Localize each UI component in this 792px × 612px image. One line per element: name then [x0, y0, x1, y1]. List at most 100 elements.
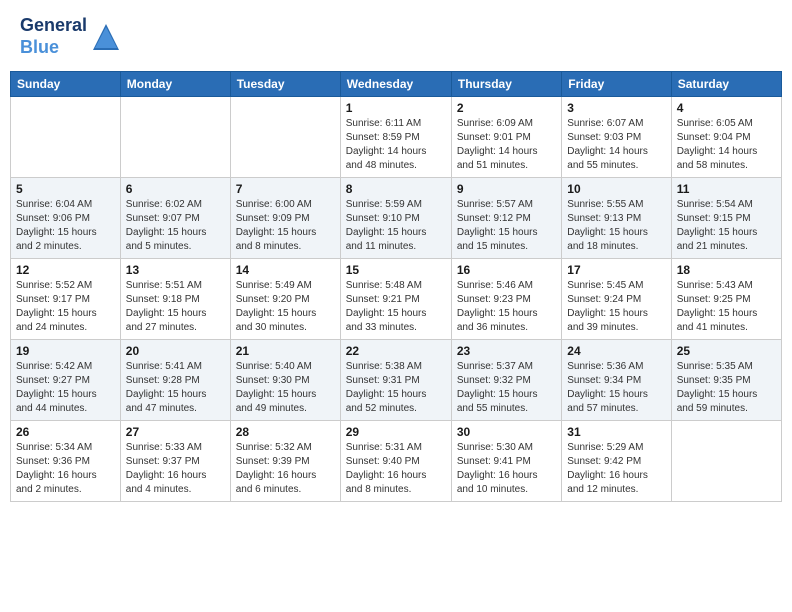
calendar-cell: 4 Sunrise: 6:05 AM Sunset: 9:04 PM Daylig… — [671, 97, 781, 178]
day-info: Sunrise: 6:07 AM Sunset: 9:03 PM Dayligh… — [567, 117, 665, 173]
day-info: Sunrise: 5:40 AM Sunset: 9:30 PM Dayligh… — [236, 360, 335, 416]
day-info: Sunrise: 5:31 AM Sunset: 9:40 PM Dayligh… — [346, 441, 446, 497]
day-info: Sunrise: 5:49 AM Sunset: 9:20 PM Dayligh… — [236, 279, 335, 335]
day-number: 22 — [346, 344, 446, 358]
calendar-header-row: SundayMondayTuesdayWednesdayThursdayFrid… — [11, 72, 782, 97]
calendar-cell: 31Sunrise: 5:29 AM Sunset: 9:42 PM Dayli… — [562, 421, 671, 502]
weekday-header: Thursday — [451, 72, 561, 97]
day-number: 29 — [346, 425, 446, 439]
calendar-cell: 18 Sunrise: 5:43 AM Sunset: 9:25 PM Dayli… — [671, 259, 781, 340]
calendar-week-row: 26 Sunrise: 5:34 AM Sunset: 9:36 PM Dayli… — [11, 421, 782, 502]
day-info: Sunrise: 5:59 AM Sunset: 9:10 PM Dayligh… — [346, 198, 446, 254]
calendar-cell — [120, 97, 230, 178]
calendar-cell: 8 Sunrise: 5:59 AM Sunset: 9:10 PM Daylig… — [340, 178, 451, 259]
day-number: 10 — [567, 182, 665, 196]
calendar-cell: 7Sunrise: 6:00 AM Sunset: 9:09 PM Daylig… — [230, 178, 340, 259]
day-info: Sunrise: 6:11 AM Sunset: 8:59 PM Dayligh… — [346, 117, 446, 173]
day-info: Sunrise: 5:38 AM Sunset: 9:31 PM Dayligh… — [346, 360, 446, 416]
calendar-week-row: 12Sunrise: 5:52 AM Sunset: 9:17 PM Dayli… — [11, 259, 782, 340]
day-number: 24 — [567, 344, 665, 358]
calendar-cell: 27 Sunrise: 5:33 AM Sunset: 9:37 PM Dayli… — [120, 421, 230, 502]
day-info: Sunrise: 5:42 AM Sunset: 9:27 PM Dayligh… — [16, 360, 115, 416]
weekday-header: Wednesday — [340, 72, 451, 97]
day-number: 27 — [126, 425, 225, 439]
day-info: Sunrise: 5:57 AM Sunset: 9:12 PM Dayligh… — [457, 198, 556, 254]
day-info: Sunrise: 5:37 AM Sunset: 9:32 PM Dayligh… — [457, 360, 556, 416]
calendar-cell: 29 Sunrise: 5:31 AM Sunset: 9:40 PM Dayli… — [340, 421, 451, 502]
calendar-cell: 1 Sunrise: 6:11 AM Sunset: 8:59 PM Daylig… — [340, 97, 451, 178]
calendar-cell: 11 Sunrise: 5:54 AM Sunset: 9:15 PM Dayli… — [671, 178, 781, 259]
day-info: Sunrise: 6:05 AM Sunset: 9:04 PM Dayligh… — [677, 117, 776, 173]
day-number: 11 — [677, 182, 776, 196]
calendar-cell: 26 Sunrise: 5:34 AM Sunset: 9:36 PM Dayli… — [11, 421, 121, 502]
weekday-header: Sunday — [11, 72, 121, 97]
calendar-cell: 25Sunrise: 5:35 AM Sunset: 9:35 PM Dayli… — [671, 340, 781, 421]
day-info: Sunrise: 6:04 AM Sunset: 9:06 PM Dayligh… — [16, 198, 115, 254]
day-number: 4 — [677, 101, 776, 115]
logo-text: GeneralBlue — [20, 15, 87, 58]
day-info: Sunrise: 5:35 AM Sunset: 9:35 PM Dayligh… — [677, 360, 776, 416]
calendar-cell: 5 Sunrise: 6:04 AM Sunset: 9:06 PM Daylig… — [11, 178, 121, 259]
day-number: 17 — [567, 263, 665, 277]
day-number: 13 — [126, 263, 225, 277]
day-number: 30 — [457, 425, 556, 439]
day-number: 26 — [16, 425, 115, 439]
calendar-cell — [230, 97, 340, 178]
day-info: Sunrise: 5:46 AM Sunset: 9:23 PM Dayligh… — [457, 279, 556, 335]
day-info: Sunrise: 5:55 AM Sunset: 9:13 PM Dayligh… — [567, 198, 665, 254]
day-number: 9 — [457, 182, 556, 196]
logo: GeneralBlue — [20, 15, 121, 58]
weekday-header: Friday — [562, 72, 671, 97]
day-info: Sunrise: 5:51 AM Sunset: 9:18 PM Dayligh… — [126, 279, 225, 335]
calendar-week-row: 19 Sunrise: 5:42 AM Sunset: 9:27 PM Dayli… — [11, 340, 782, 421]
day-number: 2 — [457, 101, 556, 115]
calendar-cell: 30Sunrise: 5:30 AM Sunset: 9:41 PM Dayli… — [451, 421, 561, 502]
day-number: 1 — [346, 101, 446, 115]
day-info: Sunrise: 5:41 AM Sunset: 9:28 PM Dayligh… — [126, 360, 225, 416]
day-number: 15 — [346, 263, 446, 277]
day-number: 18 — [677, 263, 776, 277]
day-info: Sunrise: 5:36 AM Sunset: 9:34 PM Dayligh… — [567, 360, 665, 416]
calendar-cell: 3 Sunrise: 6:07 AM Sunset: 9:03 PM Daylig… — [562, 97, 671, 178]
day-info: Sunrise: 6:00 AM Sunset: 9:09 PM Dayligh… — [236, 198, 335, 254]
calendar-week-row: 1 Sunrise: 6:11 AM Sunset: 8:59 PM Daylig… — [11, 97, 782, 178]
day-info: Sunrise: 5:43 AM Sunset: 9:25 PM Dayligh… — [677, 279, 776, 335]
calendar-cell: 6Sunrise: 6:02 AM Sunset: 9:07 PM Daylig… — [120, 178, 230, 259]
calendar-cell: 17 Sunrise: 5:45 AM Sunset: 9:24 PM Dayli… — [562, 259, 671, 340]
day-number: 14 — [236, 263, 335, 277]
calendar-cell — [11, 97, 121, 178]
weekday-header: Monday — [120, 72, 230, 97]
calendar-cell: 19 Sunrise: 5:42 AM Sunset: 9:27 PM Dayli… — [11, 340, 121, 421]
calendar-table: SundayMondayTuesdayWednesdayThursdayFrid… — [10, 71, 782, 502]
day-number: 3 — [567, 101, 665, 115]
day-info: Sunrise: 5:34 AM Sunset: 9:36 PM Dayligh… — [16, 441, 115, 497]
day-number: 8 — [346, 182, 446, 196]
day-info: Sunrise: 5:48 AM Sunset: 9:21 PM Dayligh… — [346, 279, 446, 335]
calendar-cell: 21 Sunrise: 5:40 AM Sunset: 9:30 PM Dayli… — [230, 340, 340, 421]
calendar-cell: 9 Sunrise: 5:57 AM Sunset: 9:12 PM Daylig… — [451, 178, 561, 259]
weekday-header: Saturday — [671, 72, 781, 97]
calendar-week-row: 5 Sunrise: 6:04 AM Sunset: 9:06 PM Daylig… — [11, 178, 782, 259]
calendar-cell: 12Sunrise: 5:52 AM Sunset: 9:17 PM Dayli… — [11, 259, 121, 340]
day-number: 19 — [16, 344, 115, 358]
day-number: 21 — [236, 344, 335, 358]
calendar-cell: 2 Sunrise: 6:09 AM Sunset: 9:01 PM Daylig… — [451, 97, 561, 178]
day-info: Sunrise: 5:32 AM Sunset: 9:39 PM Dayligh… — [236, 441, 335, 497]
calendar-cell: 20 Sunrise: 5:41 AM Sunset: 9:28 PM Dayli… — [120, 340, 230, 421]
day-info: Sunrise: 5:45 AM Sunset: 9:24 PM Dayligh… — [567, 279, 665, 335]
calendar-cell: 13 Sunrise: 5:51 AM Sunset: 9:18 PM Dayli… — [120, 259, 230, 340]
day-number: 20 — [126, 344, 225, 358]
day-number: 23 — [457, 344, 556, 358]
day-info: Sunrise: 5:33 AM Sunset: 9:37 PM Dayligh… — [126, 441, 225, 497]
day-number: 6 — [126, 182, 225, 196]
weekday-header: Tuesday — [230, 72, 340, 97]
calendar-cell: 15 Sunrise: 5:48 AM Sunset: 9:21 PM Dayli… — [340, 259, 451, 340]
calendar-cell: 22 Sunrise: 5:38 AM Sunset: 9:31 PM Dayli… — [340, 340, 451, 421]
page-header: GeneralBlue — [10, 10, 782, 63]
day-number: 16 — [457, 263, 556, 277]
day-info: Sunrise: 5:52 AM Sunset: 9:17 PM Dayligh… — [16, 279, 115, 335]
calendar-cell: 14 Sunrise: 5:49 AM Sunset: 9:20 PM Dayli… — [230, 259, 340, 340]
day-info: Sunrise: 5:54 AM Sunset: 9:15 PM Dayligh… — [677, 198, 776, 254]
day-number: 5 — [16, 182, 115, 196]
day-info: Sunrise: 6:09 AM Sunset: 9:01 PM Dayligh… — [457, 117, 556, 173]
